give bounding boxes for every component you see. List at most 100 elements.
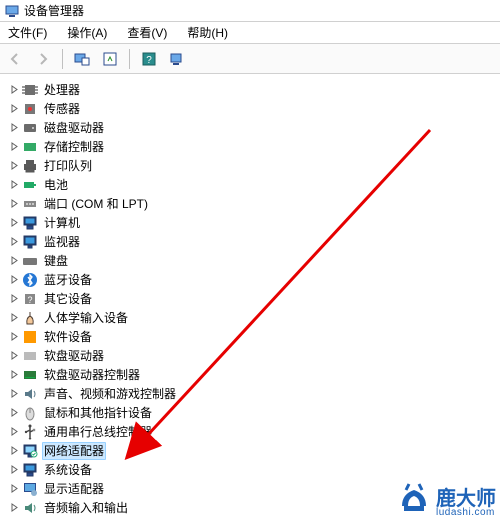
tree-node-label: 电池 (42, 177, 70, 193)
other-device-icon: ? (22, 291, 38, 307)
toolbar-separator (129, 49, 130, 69)
expander-icon[interactable] (8, 388, 20, 400)
tree-node[interactable]: 网络适配器 (2, 441, 500, 460)
tree-node-label: 软件设备 (42, 329, 94, 345)
tree-node[interactable]: 软盘驱动器 (2, 346, 500, 365)
display-adapter-icon (22, 481, 38, 497)
tree-node-label: 存储控制器 (42, 139, 106, 155)
expander-icon[interactable] (8, 293, 20, 305)
expander-icon[interactable] (8, 160, 20, 172)
svg-text:?: ? (27, 295, 32, 305)
tree-node[interactable]: 软盘驱动器控制器 (2, 365, 500, 384)
tree-node[interactable]: 软件设备 (2, 327, 500, 346)
properties-icon (169, 51, 185, 67)
sensor-icon (22, 101, 38, 117)
tree-node-label: 打印队列 (42, 158, 94, 174)
expander-icon[interactable] (8, 445, 20, 457)
expander-icon[interactable] (8, 350, 20, 362)
expander-icon[interactable] (8, 84, 20, 96)
expander-icon[interactable] (8, 122, 20, 134)
expander-icon[interactable] (8, 502, 20, 514)
menu-help[interactable]: 帮助(H) (183, 22, 232, 44)
expander-icon[interactable] (8, 331, 20, 343)
tree-node[interactable]: ? 其它设备 (2, 289, 500, 308)
toolbar-refresh-button[interactable] (99, 48, 121, 70)
help-icon: ? (141, 51, 157, 67)
tree-node-label: 软盘驱动器 (42, 348, 106, 364)
tree-node[interactable]: 监视器 (2, 232, 500, 251)
expander-icon[interactable] (8, 407, 20, 419)
tree-node-label: 计算机 (42, 215, 82, 231)
tree-node-label: 磁盘驱动器 (42, 120, 106, 136)
tree-node-label: 监视器 (42, 234, 82, 250)
sound-icon (22, 386, 38, 402)
disk-icon (22, 120, 38, 136)
tree-node-label: 音频输入和输出 (42, 500, 130, 516)
tree-node[interactable]: 显示适配器 (2, 479, 500, 498)
expander-icon[interactable] (8, 179, 20, 191)
expander-icon[interactable] (8, 141, 20, 153)
tree-node[interactable]: 系统设备 (2, 460, 500, 479)
app-icon (4, 3, 20, 19)
expander-icon[interactable] (8, 312, 20, 324)
tree-node[interactable]: 通用串行总线控制器 (2, 422, 500, 441)
toolbar-show-hidden-button[interactable] (71, 48, 93, 70)
devices-icon (74, 51, 90, 67)
menu-action[interactable]: 操作(A) (63, 22, 111, 44)
tree-node[interactable]: 人体学输入设备 (2, 308, 500, 327)
mouse-icon (22, 405, 38, 421)
tree-node[interactable]: 存储控制器 (2, 137, 500, 156)
device-tree[interactable]: 处理器传感器磁盘驱动器存储控制器打印队列电池端口 (COM 和 LPT) 计算机监… (0, 74, 500, 522)
tree-node-label: 其它设备 (42, 291, 94, 307)
menubar: 文件(F) 操作(A) 查看(V) 帮助(H) (0, 22, 500, 44)
tree-node[interactable]: 端口 (COM 和 LPT) (2, 194, 500, 213)
tree-node-label: 键盘 (42, 253, 70, 269)
expander-icon[interactable] (8, 274, 20, 286)
tree-node[interactable]: 处理器 (2, 80, 500, 99)
tree-node-label: 蓝牙设备 (42, 272, 94, 288)
tree-node-label: 系统设备 (42, 462, 94, 478)
tree-node[interactable]: 声音、视频和游戏控制器 (2, 384, 500, 403)
tree-node[interactable]: 电池 (2, 175, 500, 194)
expander-icon[interactable] (8, 198, 20, 210)
toolbar-help-button[interactable]: ? (138, 48, 160, 70)
svg-text:?: ? (146, 55, 152, 66)
battery-icon (22, 177, 38, 193)
expander-icon[interactable] (8, 483, 20, 495)
menu-view[interactable]: 查看(V) (123, 22, 171, 44)
tree-node-label: 传感器 (42, 101, 82, 117)
expander-icon[interactable] (8, 255, 20, 267)
audio-io-icon (22, 500, 38, 516)
expander-icon[interactable] (8, 217, 20, 229)
tree-node-label: 网络适配器 (42, 442, 106, 460)
floppy-drive-icon (22, 348, 38, 364)
expander-icon[interactable] (8, 464, 20, 476)
tree-node[interactable]: 鼠标和其他指针设备 (2, 403, 500, 422)
tree-node[interactable]: 传感器 (2, 99, 500, 118)
expander-icon[interactable] (8, 103, 20, 115)
tree-node[interactable]: 打印队列 (2, 156, 500, 175)
expander-icon[interactable] (8, 236, 20, 248)
menu-file[interactable]: 文件(F) (4, 22, 51, 44)
tree-node[interactable]: 音频输入和输出 (2, 498, 500, 517)
expander-icon[interactable] (8, 426, 20, 438)
usb-icon (22, 424, 38, 440)
tree-node[interactable]: 键盘 (2, 251, 500, 270)
tree-node[interactable]: 磁盘驱动器 (2, 118, 500, 137)
tree-node-label: 鼠标和其他指针设备 (42, 405, 154, 421)
tree-node-label: 显示适配器 (42, 481, 106, 497)
expander-icon[interactable] (8, 369, 20, 381)
tree-node[interactable]: 蓝牙设备 (2, 270, 500, 289)
toolbar-back-button[interactable] (4, 48, 26, 70)
network-adapter-icon (22, 443, 38, 459)
toolbar-properties-button[interactable] (166, 48, 188, 70)
toolbar-separator (62, 49, 63, 69)
system-icon (22, 462, 38, 478)
computer-icon (22, 215, 38, 231)
toolbar-forward-button[interactable] (32, 48, 54, 70)
tree-node-label: 处理器 (42, 82, 82, 98)
window-title: 设备管理器 (24, 2, 84, 19)
tree-node[interactable]: 计算机 (2, 213, 500, 232)
keyboard-icon (22, 253, 38, 269)
hid-icon (22, 310, 38, 326)
